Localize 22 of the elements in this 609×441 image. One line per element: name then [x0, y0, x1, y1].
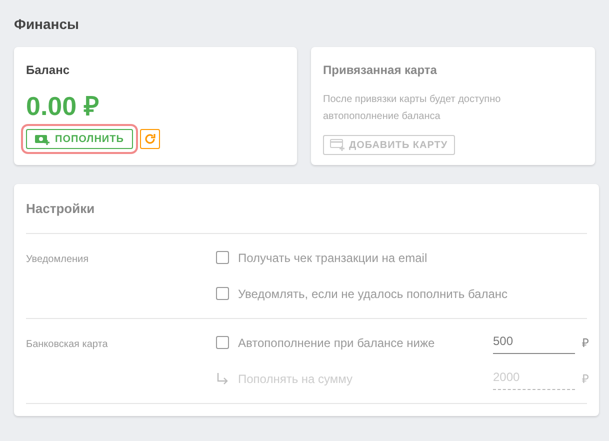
checkbox[interactable]: [216, 251, 229, 264]
refresh-button[interactable]: [140, 129, 160, 149]
return-arrow-icon: [216, 372, 229, 385]
group-label: Уведомления: [26, 252, 90, 266]
checkbox[interactable]: [216, 336, 229, 349]
refresh-icon: [144, 133, 156, 145]
cash-plus-icon: [35, 134, 50, 144]
card-title: Баланс: [26, 62, 71, 79]
currency-sign: ₽: [582, 370, 589, 388]
checkbox[interactable]: [216, 287, 229, 300]
amount-field[interactable]: 500: [493, 332, 575, 354]
section-title: Настройки: [26, 184, 587, 234]
card-title: Привязанная карта: [323, 62, 438, 79]
card-description: После привязки карты будет доступно автопополнение баланса: [323, 93, 502, 124]
group-label: Банковская карта: [26, 338, 109, 352]
option-label: Уведомлять, если не удалось пополнить баланс: [238, 286, 508, 302]
card-plus-icon: [330, 139, 345, 151]
currency-sign: ₽: [582, 334, 589, 352]
page-title: Финансы: [14, 15, 80, 34]
balance-amount: 0.00 ₽: [26, 91, 100, 121]
option-label: Автопополнение при балансе ниже: [238, 334, 436, 352]
option-label: Получать чек транзакции на email: [238, 250, 428, 266]
